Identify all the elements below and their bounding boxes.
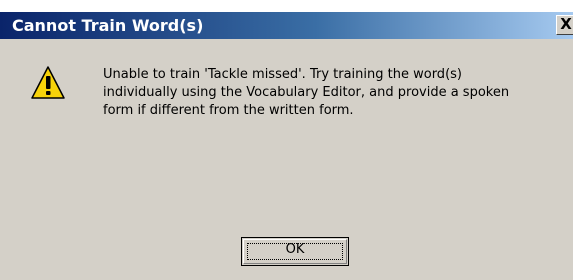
warning-dialog: Cannot Train Word(s) X Unable to train '… bbox=[0, 12, 573, 280]
ok-button[interactable]: OK bbox=[241, 237, 349, 266]
message-line: Unable to train 'Tackle missed'. Try tra… bbox=[103, 67, 462, 82]
title-bar[interactable]: Cannot Train Word(s) X bbox=[0, 12, 573, 39]
dialog-title: Cannot Train Word(s) bbox=[12, 16, 204, 35]
dialog-message: Unable to train 'Tackle missed'. Try tra… bbox=[103, 66, 543, 120]
message-line: individually using the Vocabulary Editor… bbox=[103, 85, 510, 100]
warning-icon bbox=[31, 66, 65, 99]
close-button[interactable]: X bbox=[556, 15, 573, 35]
ok-button-label: OK bbox=[285, 242, 305, 257]
background-strip bbox=[0, 0, 573, 12]
message-line: form if different from the written form. bbox=[103, 103, 354, 118]
close-icon: X bbox=[560, 15, 572, 33]
